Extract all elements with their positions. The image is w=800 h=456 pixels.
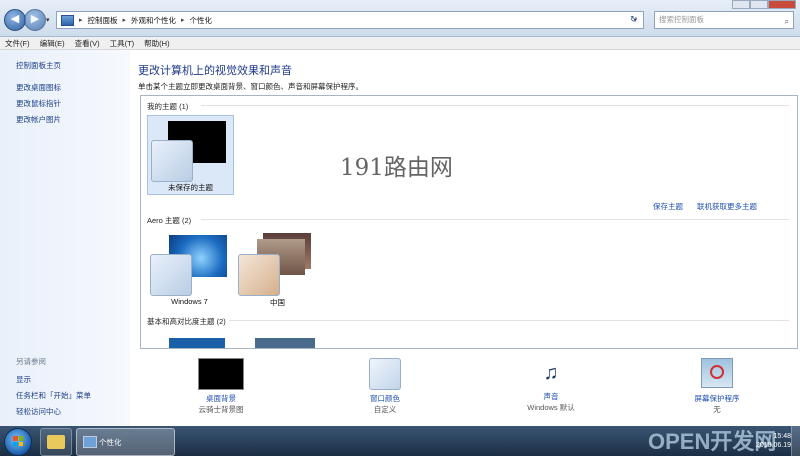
forward-arrow-icon: ▶ bbox=[30, 13, 40, 25]
see-also-ease-of-access-link[interactable]: 轻松访问中心 bbox=[16, 406, 61, 417]
desktop-background-tool[interactable]: 桌面背景 云骑士背景图 bbox=[176, 358, 266, 415]
group-header-basic-themes: 基本和高对比度主题 (2) bbox=[147, 317, 226, 326]
see-also-taskbar-link[interactable]: 任务栏和「开始」菜单 bbox=[16, 390, 91, 401]
menu-view[interactable]: 查看(V) bbox=[70, 37, 105, 49]
watermark-text: 191路由网 bbox=[340, 155, 453, 181]
page-title: 更改计算机上的视觉效果和声音 bbox=[138, 65, 292, 77]
menu-help[interactable]: 帮助(H) bbox=[139, 37, 174, 49]
tool-label: 声音 bbox=[543, 392, 559, 401]
tool-value: 云骑士背景图 bbox=[198, 405, 244, 414]
search-input[interactable]: 搜索控制面板 ⌕ bbox=[654, 11, 794, 29]
show-desktop-button[interactable] bbox=[791, 426, 800, 456]
sidebar: 控制面板主页 更改桌面图标 更改鼠标指针 更改帐户图片 另请参阅 显示 任务栏和… bbox=[0, 50, 130, 426]
see-also-heading: 另请参阅 bbox=[16, 357, 46, 366]
theme-tile-windows7[interactable]: Windows 7 bbox=[147, 229, 232, 311]
divider bbox=[201, 219, 789, 220]
divider bbox=[201, 105, 789, 106]
breadcrumb-item[interactable]: 控制面板 bbox=[88, 15, 118, 26]
sidebar-link-desktop-icons[interactable]: 更改桌面图标 bbox=[16, 82, 61, 93]
theme-preview-image[interactable] bbox=[255, 338, 315, 348]
clock-date: 2018.06.19 bbox=[756, 442, 792, 449]
theme-name-label: Windows 7 bbox=[171, 297, 208, 306]
sidebar-link-account-picture[interactable]: 更改帐户图片 bbox=[16, 114, 61, 125]
chevron-right-icon[interactable]: ▸ bbox=[123, 16, 127, 24]
menu-tools[interactable]: 工具(T) bbox=[105, 37, 140, 49]
theme-tile-unsaved[interactable]: 未保存的主题 bbox=[147, 115, 234, 195]
breadcrumb-item[interactable]: 个性化 bbox=[190, 15, 213, 26]
see-also-display-link[interactable]: 显示 bbox=[16, 374, 31, 385]
sound-icon: ♫ bbox=[543, 362, 559, 384]
save-theme-link[interactable]: 保存主题 bbox=[653, 201, 683, 212]
divider bbox=[229, 320, 789, 321]
tool-label: 窗口颜色 bbox=[370, 394, 400, 403]
back-button[interactable]: ◀ bbox=[4, 9, 26, 31]
group-header-aero-themes: Aero 主题 (2) bbox=[147, 216, 192, 225]
desktop-background-icon bbox=[198, 358, 244, 390]
screensaver-icon bbox=[701, 358, 733, 388]
windows-logo-icon bbox=[13, 436, 23, 446]
taskbar-window-personalization[interactable]: 个性化 bbox=[76, 428, 175, 456]
control-panel-icon bbox=[61, 14, 74, 26]
screensaver-tool[interactable]: 屏幕保护程序 无 bbox=[672, 358, 762, 415]
control-panel-icon bbox=[83, 436, 97, 448]
page-subtitle: 单击某个主题立即更改桌面背景、窗口颜色、声音和屏幕保护程序。 bbox=[138, 82, 363, 91]
close-button[interactable] bbox=[768, 0, 796, 9]
taskbar-window-label: 个性化 bbox=[99, 438, 122, 447]
theme-preview-image[interactable] bbox=[169, 338, 225, 348]
no-entry-icon bbox=[710, 365, 724, 379]
theme-name-label: 未保存的主题 bbox=[168, 183, 213, 192]
theme-tile-china[interactable]: 中国 bbox=[235, 229, 320, 311]
tool-value: 无 bbox=[713, 405, 721, 414]
search-icon[interactable]: ⌕ bbox=[785, 14, 789, 30]
theme-list: 我的主题 (1) 未保存的主题 保存主题 联机获取更多主题 Aero 主题 (2… bbox=[140, 95, 798, 349]
tool-value: Windows 默认 bbox=[527, 403, 575, 412]
back-arrow-icon: ◀ bbox=[10, 13, 20, 25]
tool-value: 自定义 bbox=[373, 405, 397, 414]
clock-time: 15:48 bbox=[773, 433, 792, 440]
minimize-button[interactable] bbox=[732, 0, 750, 9]
breadcrumb-item[interactable]: 外观和个性化 bbox=[131, 15, 176, 26]
sidebar-link-mouse-pointer[interactable]: 更改鼠标指针 bbox=[16, 98, 61, 109]
window-color-tool[interactable]: 窗口颜色 自定义 bbox=[340, 358, 430, 415]
window-color-icon bbox=[369, 358, 401, 390]
chevron-right-icon[interactable]: ▸ bbox=[79, 16, 83, 24]
group-header-my-themes: 我的主题 (1) bbox=[147, 102, 189, 111]
get-more-themes-online-link[interactable]: 联机获取更多主题 bbox=[697, 201, 757, 212]
refresh-icon[interactable]: ↻ bbox=[630, 14, 638, 25]
window-color-preview bbox=[151, 140, 193, 182]
window-color-preview bbox=[238, 254, 280, 296]
tool-label: 桌面背景 bbox=[206, 394, 236, 403]
search-placeholder: 搜索控制面板 bbox=[659, 15, 704, 24]
taskbar-explorer-button[interactable] bbox=[40, 428, 72, 456]
menu-edit[interactable]: 编辑(E) bbox=[35, 37, 70, 49]
start-button[interactable] bbox=[4, 428, 32, 456]
tool-label: 屏幕保护程序 bbox=[694, 394, 740, 403]
recent-pages-dropdown-icon[interactable]: ▾ bbox=[46, 16, 50, 24]
folder-icon bbox=[47, 435, 65, 449]
sidebar-home-link[interactable]: 控制面板主页 bbox=[16, 60, 61, 71]
window-controls bbox=[732, 0, 796, 9]
theme-name-label: 中国 bbox=[270, 298, 285, 307]
window-color-preview bbox=[150, 254, 192, 296]
chevron-right-icon[interactable]: ▸ bbox=[181, 16, 185, 24]
menu-file[interactable]: 文件(F) bbox=[0, 37, 35, 49]
menu-bar: 文件(F) 编辑(E) 查看(V) 工具(T) 帮助(H) bbox=[0, 37, 800, 50]
sound-tool[interactable]: ♫ 声音 Windows 默认 bbox=[506, 358, 596, 413]
maximize-button[interactable] bbox=[750, 0, 768, 9]
forward-button[interactable]: ▶ bbox=[24, 9, 46, 31]
address-bar: ◀ ▶ ▾ ▸ 控制面板 ▸ 外观和个性化 ▸ 个性化 ▾ ↻ 搜索控制面板 ⌕ bbox=[0, 0, 800, 37]
system-clock[interactable]: 15:48 2018.06.19 bbox=[756, 432, 791, 450]
breadcrumb[interactable]: ▸ 控制面板 ▸ 外观和个性化 ▸ 个性化 ▾ bbox=[56, 11, 644, 29]
